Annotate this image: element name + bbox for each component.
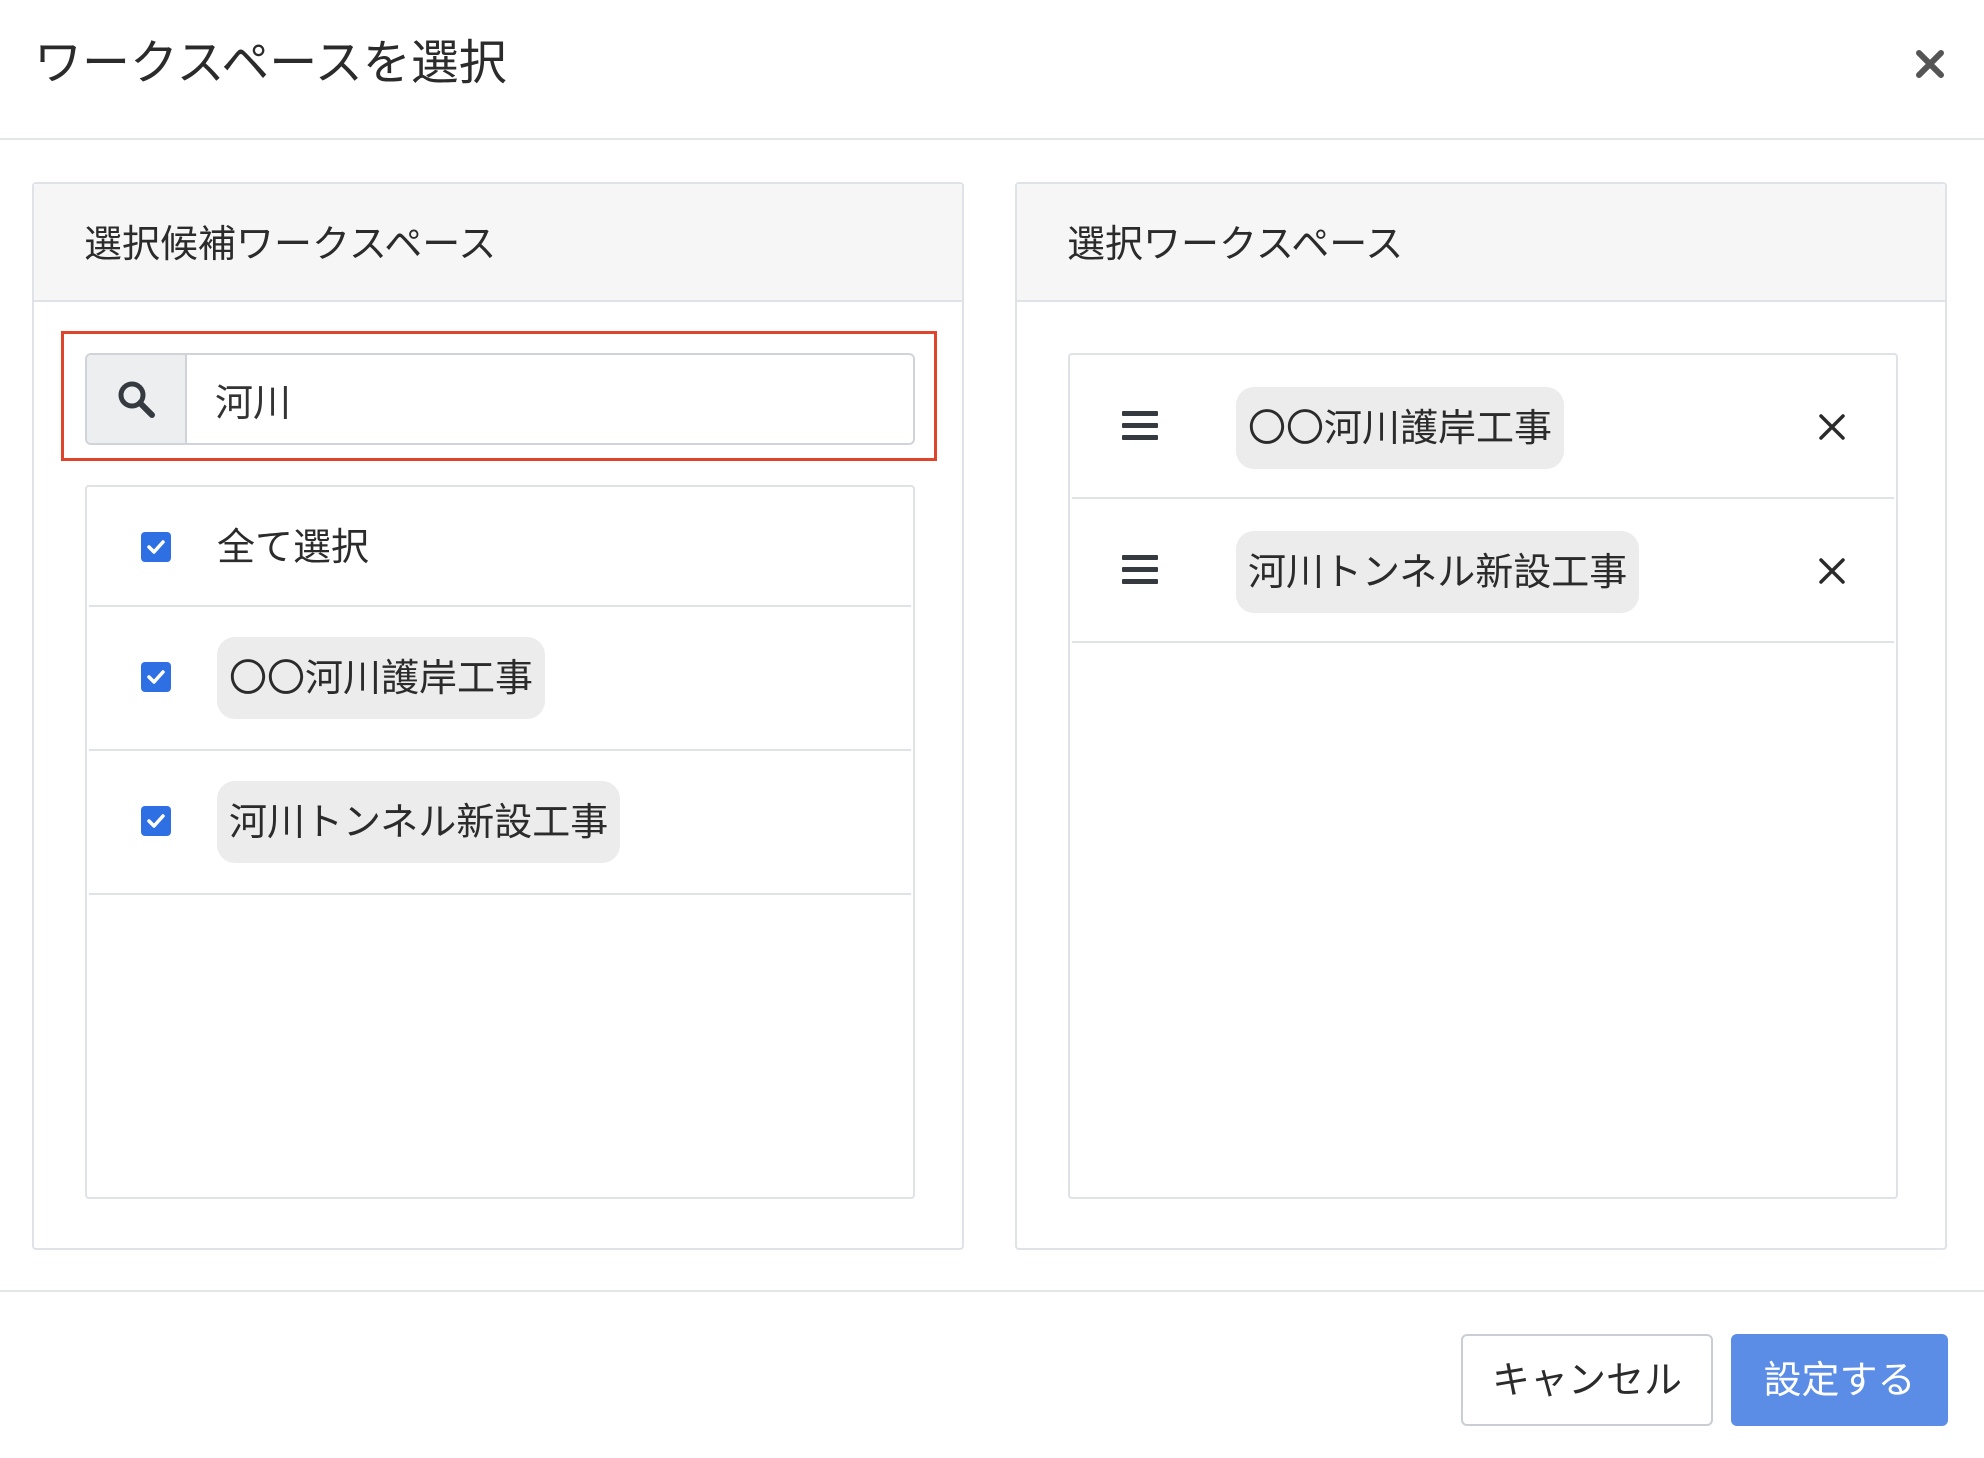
candidate-checkbox[interactable] <box>141 662 171 692</box>
checkmark-icon <box>147 670 165 684</box>
candidate-checkbox[interactable] <box>141 806 171 836</box>
checkmark-icon <box>147 540 165 554</box>
selected-item: 〇〇河川護岸工事 <box>1072 355 1894 499</box>
checkmark-icon <box>147 814 165 828</box>
candidate-item[interactable]: 〇〇河川護岸工事 <box>89 607 911 751</box>
drag-handle-icon[interactable] <box>1122 555 1158 585</box>
select-all-checkbox[interactable] <box>141 532 171 562</box>
modal-footer: キャンセル 設定する <box>0 1290 1984 1458</box>
selected-chip: 河川トンネル新設工事 <box>1236 531 1640 613</box>
search-group <box>85 353 915 445</box>
submit-button[interactable]: 設定する <box>1731 1334 1948 1426</box>
selected-chip: 〇〇河川護岸工事 <box>1236 387 1565 469</box>
search-icon <box>118 381 155 418</box>
close-button[interactable] <box>1904 38 1956 90</box>
drag-handle-icon[interactable] <box>1122 411 1158 441</box>
search-addon <box>87 355 187 443</box>
cancel-button[interactable]: キャンセル <box>1461 1334 1713 1426</box>
modal-title: ワークスペースを選択 <box>34 35 507 91</box>
modal-header: ワークスペースを選択 <box>0 0 1984 140</box>
selected-list: 〇〇河川護岸工事 河川トンネル新設工事 <box>1068 353 1898 1199</box>
candidate-item[interactable]: 河川トンネル新設工事 <box>89 751 911 895</box>
candidates-panel: 選択候補ワークスペース 全て選択 <box>32 182 964 1250</box>
select-all-label: 全て選択 <box>217 525 370 569</box>
search-input[interactable] <box>187 355 913 443</box>
candidates-panel-title: 選択候補ワークスペース <box>84 222 497 266</box>
remove-icon[interactable] <box>1816 411 1848 443</box>
selected-item: 河川トンネル新設工事 <box>1072 499 1894 643</box>
candidate-chip: 河川トンネル新設工事 <box>217 781 621 863</box>
candidates-panel-header: 選択候補ワークスペース <box>34 184 962 302</box>
selected-panel-header: 選択ワークスペース <box>1017 184 1945 302</box>
selected-panel-title: 選択ワークスペース <box>1067 222 1404 266</box>
select-all-row[interactable]: 全て選択 <box>89 487 911 607</box>
remove-icon[interactable] <box>1816 555 1848 587</box>
candidate-list: 全て選択 〇〇河川護岸工事 河川トンネル新設工事 <box>85 485 915 1199</box>
candidate-chip: 〇〇河川護岸工事 <box>217 637 546 719</box>
selected-panel: 選択ワークスペース 〇〇河川護岸工事 河川トンネル新設工事 <box>1015 182 1947 1250</box>
workspace-select-modal: ワークスペースを選択 選択候補ワークスペース 河川 全て選択 〇〇河川護岸工事 … <box>0 0 1984 1458</box>
close-icon <box>1916 50 1944 78</box>
